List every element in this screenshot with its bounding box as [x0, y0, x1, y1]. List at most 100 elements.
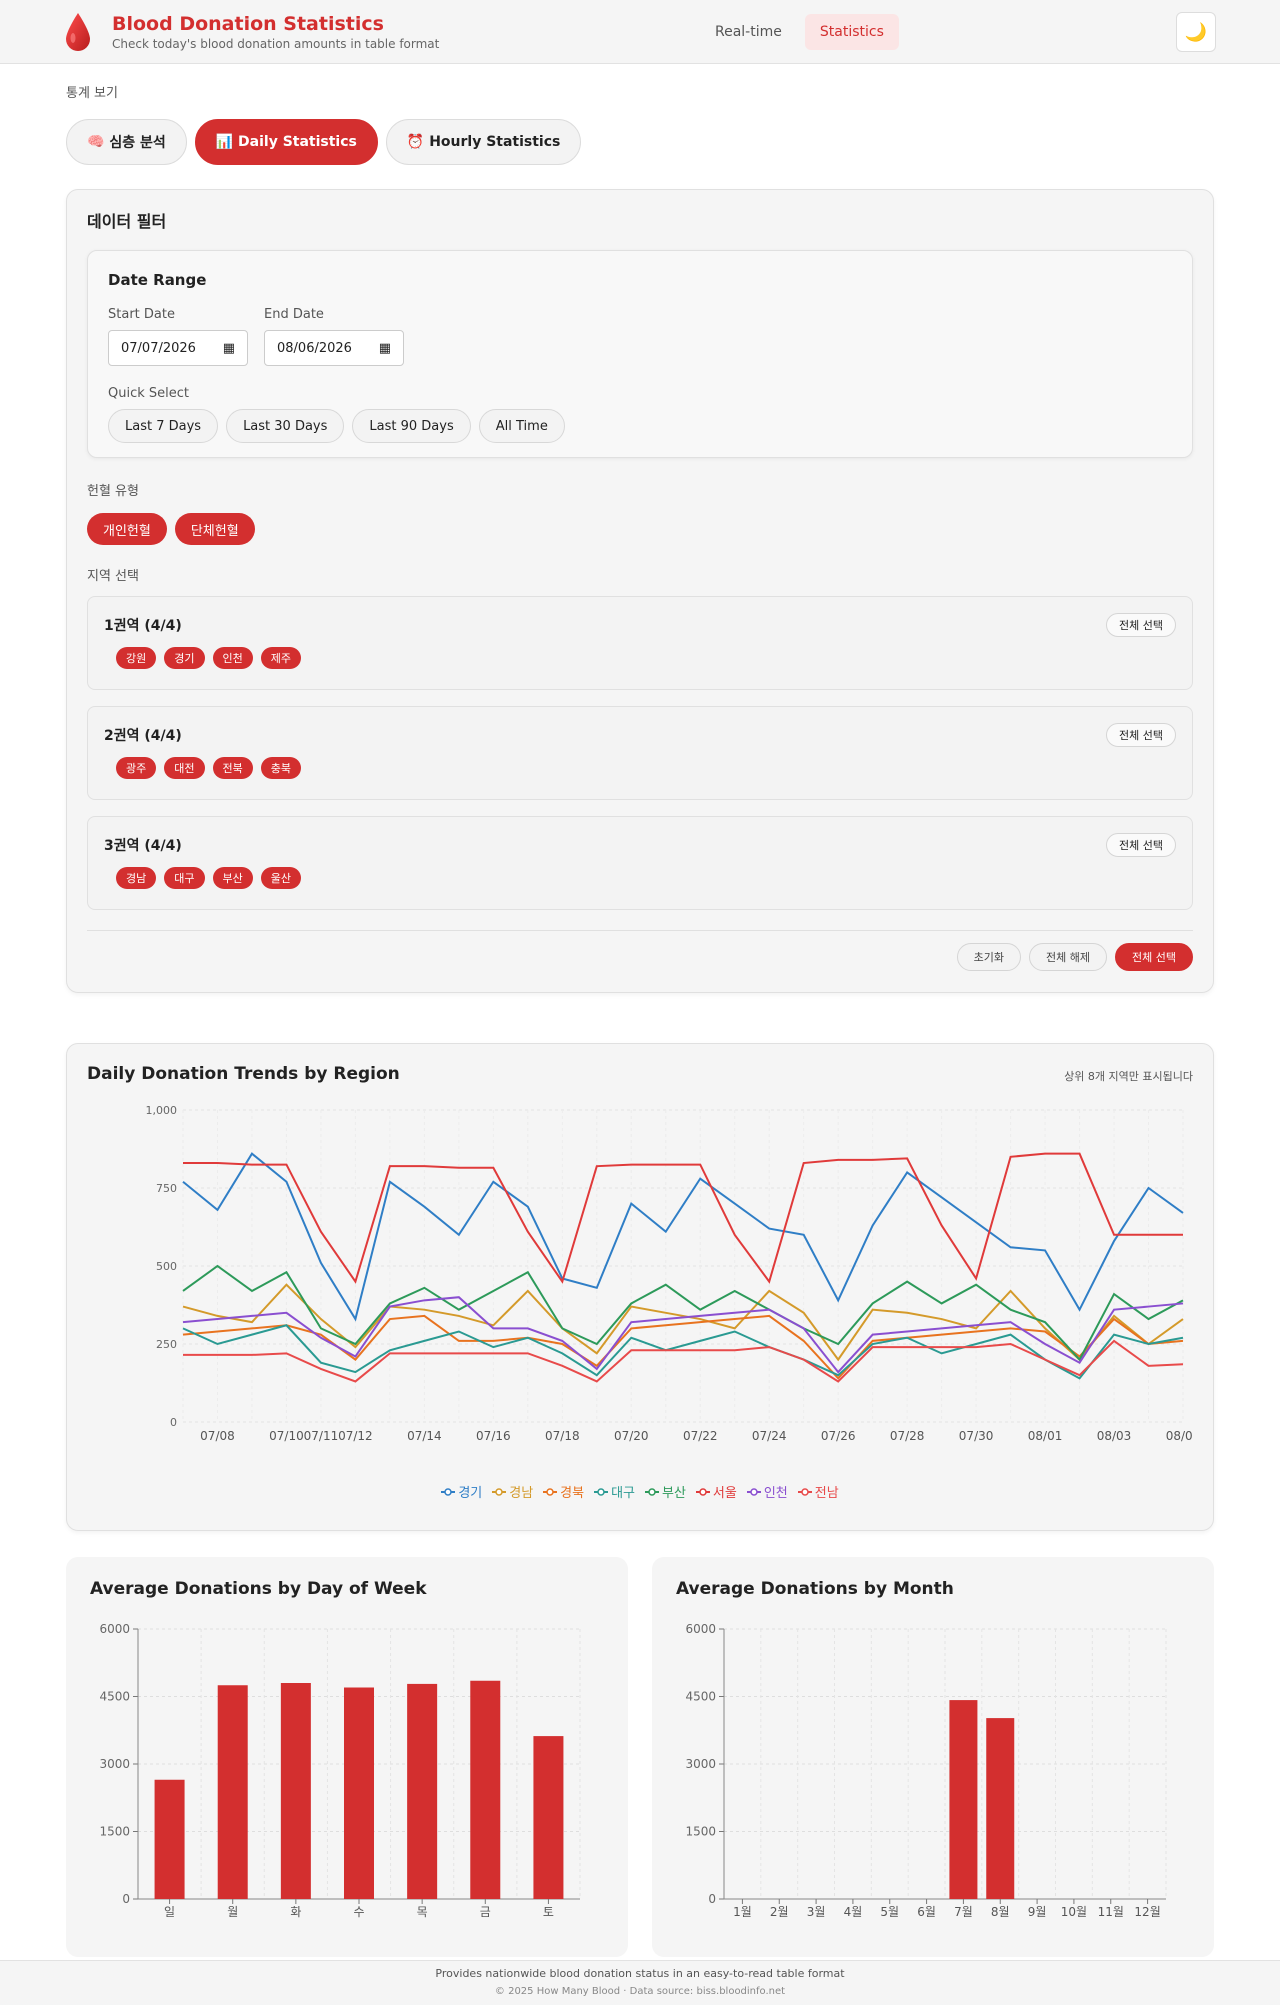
region-chip[interactable]: 울산	[260, 867, 301, 889]
legend-item[interactable]: 인천	[746, 1482, 788, 1501]
trend-legend: 경기 경남 경북 대구 부산 서울 인천 전남	[87, 1482, 1193, 1501]
region-group-title: 3권역 (4/4)	[104, 838, 182, 854]
series-line-경기	[182, 1152, 1184, 1322]
region-select-all-button[interactable]: 전체 선택	[1106, 723, 1176, 747]
x-tick-label: 12월	[1134, 1905, 1160, 1919]
region-select-all-button[interactable]: 전체 선택	[1106, 613, 1176, 637]
x-tick-label: 07/20	[614, 1429, 649, 1443]
x-tick-label: 10월	[1061, 1905, 1087, 1919]
bar-chart-icon: 📊	[215, 134, 234, 150]
select-all-button[interactable]: 전체 선택	[1115, 943, 1193, 971]
type-chip-group[interactable]: 단체헌혈	[174, 513, 255, 545]
y-tick-label: 3000	[99, 1757, 130, 1771]
brand: Blood Donation Statistics Check today's …	[112, 13, 439, 51]
region-group-2: 2권역 (4/4) 전체 선택 광주 대전 전북 충북	[87, 706, 1193, 800]
region-chip[interactable]: 경기	[164, 647, 205, 669]
nav-statistics[interactable]: Statistics	[804, 14, 899, 50]
y-tick-label: 0	[170, 1416, 177, 1429]
legend-item[interactable]: 경기	[441, 1482, 482, 1501]
main-nav: Real-time Statistics	[700, 14, 899, 50]
legend-item[interactable]: 전남	[797, 1482, 839, 1501]
region-chip[interactable]: 인천	[212, 647, 253, 669]
app-header: Blood Donation Statistics Check today's …	[0, 0, 1280, 64]
start-date-input[interactable]: 07/07/2026 ▦	[108, 330, 248, 366]
legend-marker-icon	[543, 1487, 558, 1496]
region-chips: 강원 경기 인천 제주	[104, 647, 1176, 669]
tab-deep-analysis[interactable]: 🧠 심층 분석	[66, 119, 187, 165]
month-chart-card: Average Donations by Month 0 1500 3000 4500…	[652, 1557, 1214, 1957]
nav-realtime[interactable]: Real-time	[700, 14, 797, 50]
x-tick-label: 08/03	[1097, 1429, 1132, 1443]
legend-item[interactable]: 경남	[492, 1482, 533, 1501]
region-chip[interactable]: 경남	[116, 867, 157, 889]
end-date-input[interactable]: 08/06/2026 ▦	[264, 330, 404, 366]
donation-type-label: 헌혈 유형	[87, 484, 139, 499]
region-chip[interactable]: 부산	[212, 867, 253, 889]
region-chips: 경남 대구 부산 울산	[104, 867, 1176, 889]
region-chip[interactable]: 대구	[164, 867, 205, 889]
theme-toggle-button[interactable]: 🌙	[1176, 12, 1216, 52]
legend-marker-icon	[797, 1487, 812, 1496]
weekday-bar-chart: 0 1500 3000 4500 6000 일 월 화 수 목 금 토	[99, 1622, 581, 1919]
end-date-group: End Date 08/06/2026 ▦	[264, 307, 404, 366]
legend-label: 경기	[458, 1486, 483, 1501]
start-date-group: Start Date 07/07/2026 ▦	[108, 307, 248, 366]
quick-last-7-days[interactable]: Last 7 Days	[108, 409, 219, 443]
region-select-all-button[interactable]: 전체 선택	[1106, 833, 1176, 857]
x-tick-label: 07/12	[338, 1429, 373, 1443]
x-tick-label: 11월	[1098, 1905, 1124, 1919]
region-chip[interactable]: 대전	[164, 757, 205, 779]
region-chip[interactable]: 전북	[212, 757, 253, 779]
quick-last-90-days[interactable]: Last 90 Days	[352, 409, 471, 443]
weekday-chart-card: Average Donations by Day of Week 0 1500 30…	[66, 1557, 628, 1957]
region-select-label: 지역 선택	[87, 569, 139, 584]
legend-item[interactable]: 경북	[543, 1482, 584, 1501]
x-tick-label: 08/05	[1166, 1429, 1193, 1443]
x-tick-label: 1월	[733, 1905, 752, 1919]
filter-title: 데이터 필터	[87, 212, 167, 231]
y-tick-label: 4500	[99, 1690, 130, 1704]
legend-marker-icon	[645, 1487, 659, 1496]
bar-토	[533, 1736, 564, 1899]
x-tick-label: 2월	[770, 1905, 789, 1919]
quick-last-30-days[interactable]: Last 30 Days	[226, 409, 345, 443]
x-tick-label: 화	[290, 1905, 301, 1919]
bar-금	[470, 1680, 501, 1899]
x-tick-label: 7월	[954, 1905, 973, 1919]
series-line-경남	[182, 1283, 1184, 1362]
date-range-title: Date Range	[108, 271, 207, 289]
x-tick-label: 07/28	[890, 1429, 925, 1443]
tab-daily-statistics[interactable]: 📊 Daily Statistics	[194, 119, 378, 165]
region-chip[interactable]: 제주	[260, 647, 301, 669]
legend-item[interactable]: 서울	[695, 1482, 737, 1501]
x-tick-label: 6월	[917, 1905, 936, 1919]
x-tick-label: 일	[164, 1905, 175, 1919]
legend-label: 대구	[611, 1486, 635, 1501]
date-range-panel: Date Range Start Date 07/07/2026 ▦ End Da…	[87, 250, 1193, 458]
footer-copyright: © 2025 How Many Blood · Data source: bis…	[494, 1986, 786, 1997]
bar-수	[344, 1687, 374, 1899]
x-tick-label: 07/26	[821, 1429, 856, 1443]
reset-button[interactable]: 초기화	[956, 943, 1022, 971]
y-tick-label: 6000	[685, 1622, 716, 1636]
x-tick-label: 07/18	[545, 1429, 580, 1443]
quick-all-time[interactable]: All Time	[478, 409, 565, 443]
bar-8월	[986, 1718, 1015, 1899]
type-chip-individual[interactable]: 개인헌혈	[87, 513, 167, 545]
tab-hourly-statistics[interactable]: ⏰ Hourly Statistics	[385, 119, 582, 165]
region-chip[interactable]: 충북	[260, 757, 301, 779]
bar-화	[280, 1683, 311, 1899]
x-tick-label: 07/14	[407, 1429, 442, 1443]
series-line-서울	[183, 1152, 1183, 1284]
start-date-label: Start Date	[108, 307, 175, 322]
x-tick-label: 07/30	[959, 1429, 994, 1443]
region-chip[interactable]: 강원	[116, 647, 157, 669]
footer-description: Provides nationwide blood donation statu…	[435, 1967, 845, 1980]
x-tick-label: 07/08	[200, 1429, 235, 1443]
bar-월	[217, 1685, 248, 1899]
legend-item[interactable]: 대구	[594, 1482, 635, 1501]
legend-item[interactable]: 부산	[645, 1482, 686, 1501]
deselect-all-button[interactable]: 전체 해제	[1029, 943, 1108, 971]
region-chips: 광주 대전 전북 충북	[104, 757, 1176, 779]
region-chip[interactable]: 광주	[116, 757, 157, 779]
